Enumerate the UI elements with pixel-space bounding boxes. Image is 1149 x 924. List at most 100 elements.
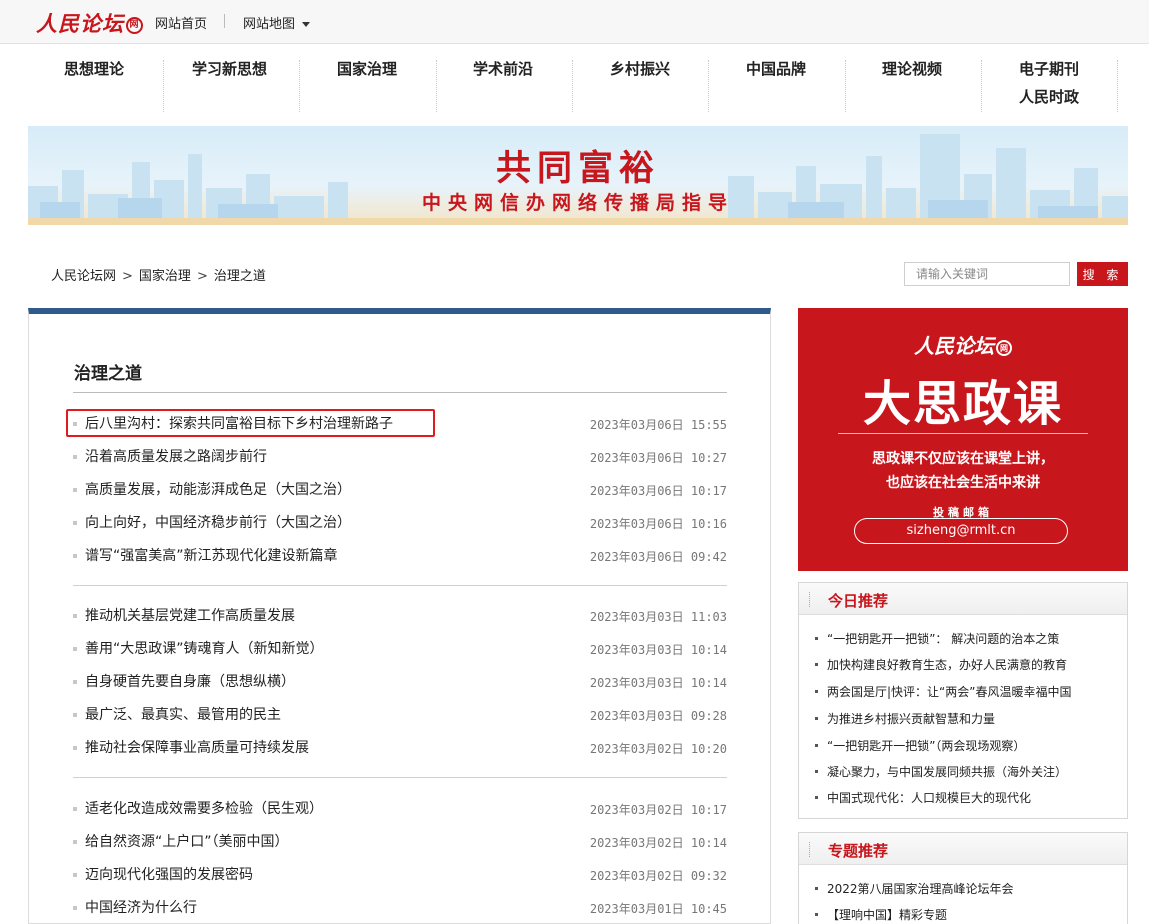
list-item[interactable]: 中国式现代化：人口规模巨大的现代化 — [815, 787, 1125, 809]
bullet-icon — [73, 840, 77, 844]
nav-item-theory[interactable]: 思想理论 — [64, 58, 124, 79]
list-item[interactable]: 后八里沟村：探索共同富裕目标下乡村治理新路子 2023年03月06日 15:55 — [73, 411, 727, 437]
article-title[interactable]: 后八里沟村：探索共同富裕目标下乡村治理新路子 — [85, 413, 393, 433]
list-item[interactable]: 2022第八届国家治理高峰论坛年会 — [815, 878, 1125, 900]
article-title[interactable]: 向上向好，中国经济稳步前行（大国之治） — [85, 512, 351, 532]
article-title[interactable]: 推动机关基层党建工作高质量发展 — [85, 605, 295, 625]
list-item[interactable]: 谱写“强富美高”新江苏现代化建设新篇章 2023年03月06日 09:42 — [73, 543, 727, 569]
article-title[interactable]: 最广泛、最真实、最管用的民主 — [85, 704, 281, 724]
recommend-title[interactable]: 加快构建良好教育生态，办好人民满意的教育 — [827, 656, 1067, 673]
nav-item-rural[interactable]: 乡村振兴 — [610, 58, 670, 79]
list-item[interactable]: 迈向现代化强国的发展密码 2023年03月02日 09:32 — [73, 862, 727, 888]
home-link[interactable]: 网站首页 — [155, 13, 207, 32]
article-title[interactable]: 适老化改造成效需要多检验（民生观） — [85, 798, 323, 818]
promo-email[interactable]: sizheng@rmlt.cn — [854, 518, 1068, 544]
sitemap-label: 网站地图 — [243, 17, 296, 32]
list-item[interactable]: 为推进乡村振兴贡献智慧和力量 — [815, 708, 1125, 730]
promo-banner[interactable]: 人民论坛网 大思政课 思政课不仅应该在课堂上讲， 也应该在社会生活中来讲 投稿邮… — [798, 308, 1128, 571]
article-date: 2023年03月06日 09:42 — [589, 550, 727, 564]
article-title[interactable]: 中国经济为什么行 — [85, 897, 197, 917]
promo-logo-badge: 网 — [996, 339, 1012, 356]
promo-logo-text: 人民论坛 — [914, 334, 994, 358]
banner[interactable]: 共同富裕 中央网信办网络传播局指导 — [28, 126, 1128, 225]
promo-title: 大思政课 — [862, 376, 1063, 432]
recommend-title[interactable]: 为推进乡村振兴贡献智慧和力量 — [827, 710, 995, 727]
list-item[interactable]: 自身硬首先要自身廉（思想纵横） 2023年03月03日 10:14 — [73, 669, 727, 695]
logo-badge: 网 — [126, 17, 143, 34]
list-item[interactable]: 高质量发展，动能澎湃成色足（大国之治） 2023年03月06日 10:17 — [73, 477, 727, 503]
recommend-title[interactable]: “一把钥匙开一把锁”（两会现场观察） — [827, 737, 1025, 754]
list-item[interactable]: 【理响中国】精彩专题 — [815, 904, 1125, 924]
divider — [73, 585, 727, 586]
promo-line-1: 思政课不仅应该在课堂上讲， — [872, 451, 1054, 467]
breadcrumb-governance[interactable]: 国家治理 — [139, 269, 191, 284]
list-item[interactable]: 加快构建良好教育生态，办好人民满意的教育 — [815, 654, 1125, 676]
article-date: 2023年03月03日 11:03 — [589, 610, 727, 624]
nav-divider — [845, 60, 846, 112]
article-title[interactable]: 迈向现代化强国的发展密码 — [85, 864, 253, 884]
article-title[interactable]: 给自然资源“上户口”（美丽中国） — [85, 831, 289, 851]
breadcrumb-separator: > — [196, 269, 208, 284]
list-item[interactable]: 推动机关基层党建工作高质量发展 2023年03月03日 11:03 — [73, 603, 727, 629]
article-title[interactable]: 推动社会保障事业高质量可持续发展 — [85, 737, 309, 757]
box-title: 专题推荐 — [828, 842, 889, 860]
article-title[interactable]: 高质量发展，动能澎湃成色足（大国之治） — [85, 479, 351, 499]
banner-title: 共同富裕 — [495, 149, 660, 189]
nav-divider — [572, 60, 573, 112]
topic-title[interactable]: 2022第八届国家治理高峰论坛年会 — [827, 880, 1014, 897]
list-item[interactable]: 向上向好，中国经济稳步前行（大国之治） 2023年03月06日 10:16 — [73, 510, 727, 536]
nav-item-ejournal[interactable]: 电子期刊 — [1019, 58, 1079, 79]
article-list-panel: 治理之道 后八里沟村：探索共同富裕目标下乡村治理新路子 2023年03月06日 1… — [28, 308, 771, 924]
recommend-title[interactable]: 凝心聚力，与中国发展同频共振（海外关注） — [827, 763, 1067, 780]
search-button[interactable]: 搜 索 — [1077, 262, 1128, 286]
article-date: 2023年03月06日 15:55 — [589, 418, 727, 432]
article-date: 2023年03月02日 10:14 — [589, 836, 727, 850]
bullet-icon — [73, 746, 77, 750]
breadcrumb-home[interactable]: 人民论坛网 — [51, 269, 116, 284]
search-input[interactable] — [904, 262, 1070, 286]
article-date: 2023年03月06日 10:17 — [589, 484, 727, 498]
article-date: 2023年03月03日 10:14 — [589, 676, 727, 690]
bullet-icon — [815, 770, 818, 773]
bullet-icon — [73, 807, 77, 811]
list-item[interactable]: 凝心聚力，与中国发展同频共振（海外关注） — [815, 761, 1125, 783]
nav-divider — [436, 60, 437, 112]
list-item[interactable]: 中国经济为什么行 2023年03月01日 10:45 — [73, 895, 727, 921]
recommend-title[interactable]: “一把钥匙开一把锁”： 解决问题的治本之策 — [827, 630, 1059, 647]
bullet-icon — [73, 647, 77, 651]
article-title[interactable]: 自身硬首先要自身廉（思想纵横） — [85, 671, 295, 691]
bullet-icon — [73, 906, 77, 910]
topic-title[interactable]: 【理响中国】精彩专题 — [827, 906, 947, 923]
list-item[interactable]: “一把钥匙开一把锁”： 解决问题的治本之策 — [815, 628, 1125, 650]
bullet-icon — [73, 455, 77, 459]
article-title[interactable]: 善用“大思政课”铸魂育人（新知新觉） — [85, 638, 324, 658]
list-item[interactable]: 推动社会保障事业高质量可持续发展 2023年03月02日 10:20 — [73, 735, 727, 761]
list-item[interactable]: 最广泛、最真实、最管用的民主 2023年03月03日 09:28 — [73, 702, 727, 728]
bullet-icon — [73, 873, 77, 877]
nav-item-new-thought[interactable]: 学习新思想 — [192, 58, 267, 79]
breadcrumb-separator: > — [122, 269, 133, 284]
breadcrumb-current[interactable]: 治理之道 — [214, 269, 266, 284]
list-item[interactable]: “一把钥匙开一把锁”（两会现场观察） — [815, 735, 1125, 757]
list-item[interactable]: 给自然资源“上户口”（美丽中国） 2023年03月02日 10:14 — [73, 829, 727, 855]
article-title[interactable]: 沿着高质量发展之路阔步前行 — [85, 446, 267, 466]
nav-item-academic[interactable]: 学术前沿 — [473, 58, 533, 79]
nav-item-brand[interactable]: 中国品牌 — [746, 58, 806, 79]
site-logo[interactable]: 人民论坛网 — [36, 8, 143, 38]
bullet-icon — [73, 554, 77, 558]
sitemap-dropdown[interactable]: 网站地图 — [243, 13, 311, 32]
box-header: 专题推荐 — [799, 833, 1127, 865]
nav-divider — [299, 60, 300, 112]
top-bar: 人民论坛网 网站首页 网站地图 — [0, 0, 1149, 44]
recommend-title[interactable]: 中国式现代化：人口规模巨大的现代化 — [827, 789, 1031, 806]
recommend-title[interactable]: 两会国是厅|快评：让“两会”春风温暖幸福中国 — [827, 683, 1071, 700]
list-item[interactable]: 两会国是厅|快评：让“两会”春风温暖幸福中国 — [815, 681, 1125, 703]
nav-item-video[interactable]: 理论视频 — [882, 58, 942, 79]
list-item[interactable]: 善用“大思政课”铸魂育人（新知新觉） 2023年03月03日 10:14 — [73, 636, 727, 662]
bullet-icon — [815, 717, 818, 720]
nav-item-politics[interactable]: 人民时政 — [1019, 86, 1079, 107]
nav-item-governance[interactable]: 国家治理 — [337, 58, 397, 79]
list-item[interactable]: 沿着高质量发展之路阔步前行 2023年03月06日 10:27 — [73, 444, 727, 470]
article-title[interactable]: 谱写“强富美高”新江苏现代化建设新篇章 — [85, 545, 338, 565]
list-item[interactable]: 适老化改造成效需要多检验（民生观） 2023年03月02日 10:17 — [73, 796, 727, 822]
